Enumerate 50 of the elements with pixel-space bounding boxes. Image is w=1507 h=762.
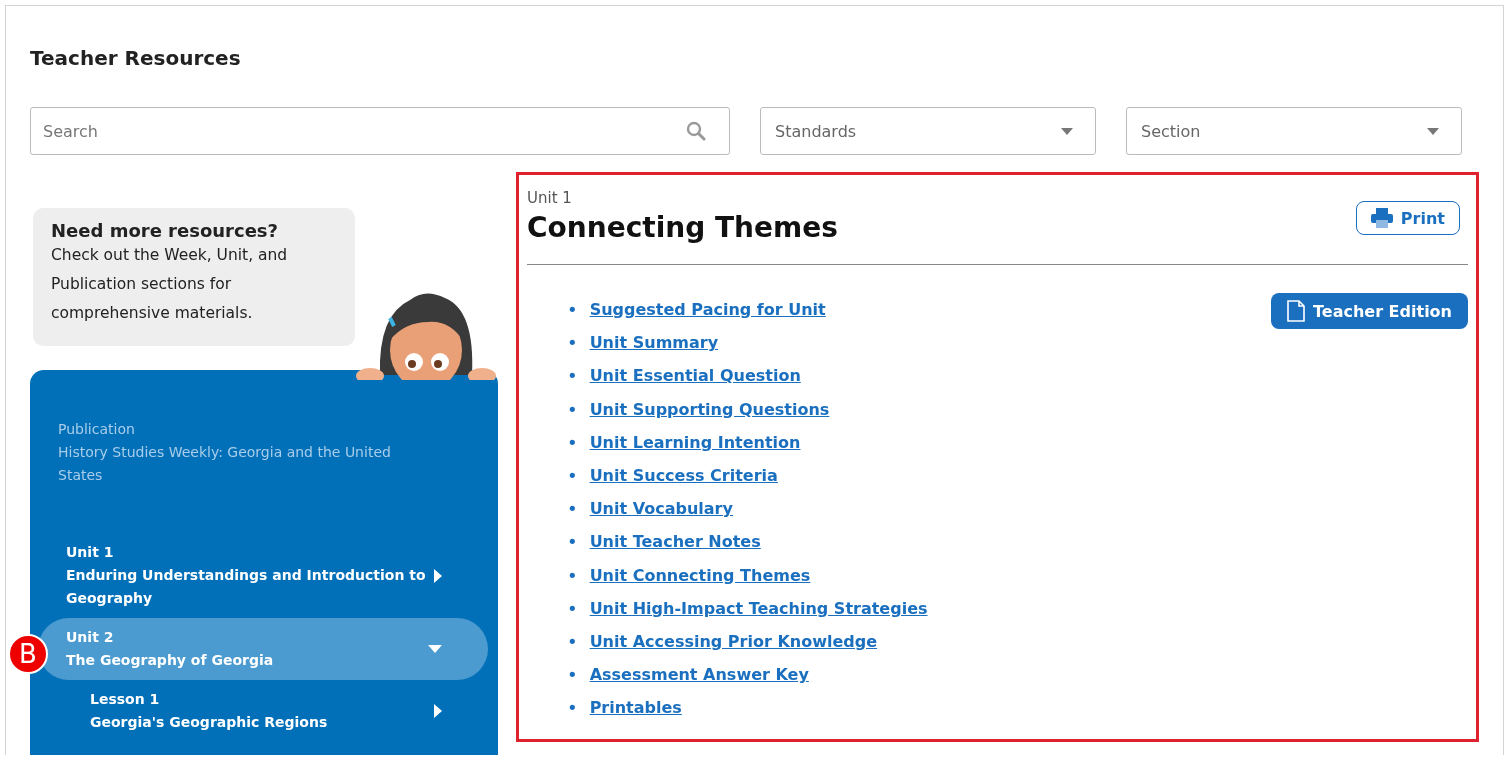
dropdown[interactable]: Section	[1126, 107, 1462, 155]
search-icon	[686, 121, 706, 141]
callout-text: Check out the Week, Unit, and Publication sections for comprehensive materials.	[51, 245, 289, 324]
caret-icon	[1061, 127, 1073, 135]
search-field[interactable]: Search	[30, 107, 730, 155]
resource-link[interactable]: Suggested Pacing for Unit	[589, 293, 826, 327]
callout-heading: Need more resources?	[51, 220, 279, 241]
caret-down-icon	[428, 645, 442, 653]
resource-link[interactable]: Unit Success Criteria	[589, 459, 778, 493]
page-title: Teacher Resources	[30, 46, 242, 70]
bullet: •	[567, 630, 578, 655]
resource-link[interactable]: Unit Summary	[589, 326, 719, 360]
tree-item[interactable]: Lesson 1 Georgia's Geographic Regions	[38, 680, 488, 742]
bullet: •	[567, 464, 578, 488]
bullet: •	[567, 596, 578, 621]
resource-link[interactable]: Printables	[589, 691, 682, 725]
resource-link[interactable]: Assessment Answer Key	[589, 658, 809, 692]
bullet: •	[567, 497, 578, 522]
caret-right-icon	[434, 704, 442, 718]
unit-label: Unit 1	[527, 189, 573, 207]
bullet: •	[567, 397, 578, 422]
tree-item[interactable]: Unit 2 The Geography of Georgia	[38, 618, 488, 680]
bullet: •	[567, 663, 578, 688]
resource-link[interactable]: Unit Connecting Themes	[589, 558, 811, 592]
caret-icon	[1427, 127, 1439, 135]
print-button[interactable]: Print	[1355, 201, 1460, 235]
publication-label: Publication	[58, 420, 136, 439]
bullet: •	[567, 298, 578, 322]
pdf-file-icon	[1287, 300, 1305, 322]
resource-link[interactable]: Unit Essential Question	[589, 359, 801, 393]
printer-icon	[1370, 208, 1393, 228]
resource-link[interactable]: Unit Learning Intention	[589, 425, 801, 459]
dropdown[interactable]: Standards	[760, 107, 1096, 155]
publication-title[interactable]: History Studies Weekly: Georgia and the United States	[58, 441, 438, 487]
resource-link[interactable]: Unit High-Impact Teaching Strategies	[589, 591, 928, 626]
tree-item[interactable]: Unit 1 Enduring Understandings and Introduction to Geography	[38, 533, 488, 618]
bullet: •	[567, 364, 578, 389]
bullet: •	[567, 563, 578, 588]
resource-link[interactable]: Unit Vocabulary	[589, 492, 733, 526]
resource-link[interactable]: Unit Accessing Prior Knowledge	[589, 625, 878, 659]
step-marker: B	[8, 634, 48, 674]
bullet: •	[567, 696, 578, 721]
teacher-edition-button[interactable]: Teacher Edition	[1271, 293, 1468, 329]
resource-link[interactable]: Unit Teacher Notes	[589, 525, 761, 559]
resource-link[interactable]: Unit Supporting Questions	[589, 392, 830, 426]
bullet: •	[567, 430, 578, 455]
bullet: •	[567, 530, 578, 555]
content-title: Connecting Themes	[527, 211, 838, 244]
caret-right-icon	[434, 568, 442, 583]
bullet: •	[567, 331, 578, 356]
